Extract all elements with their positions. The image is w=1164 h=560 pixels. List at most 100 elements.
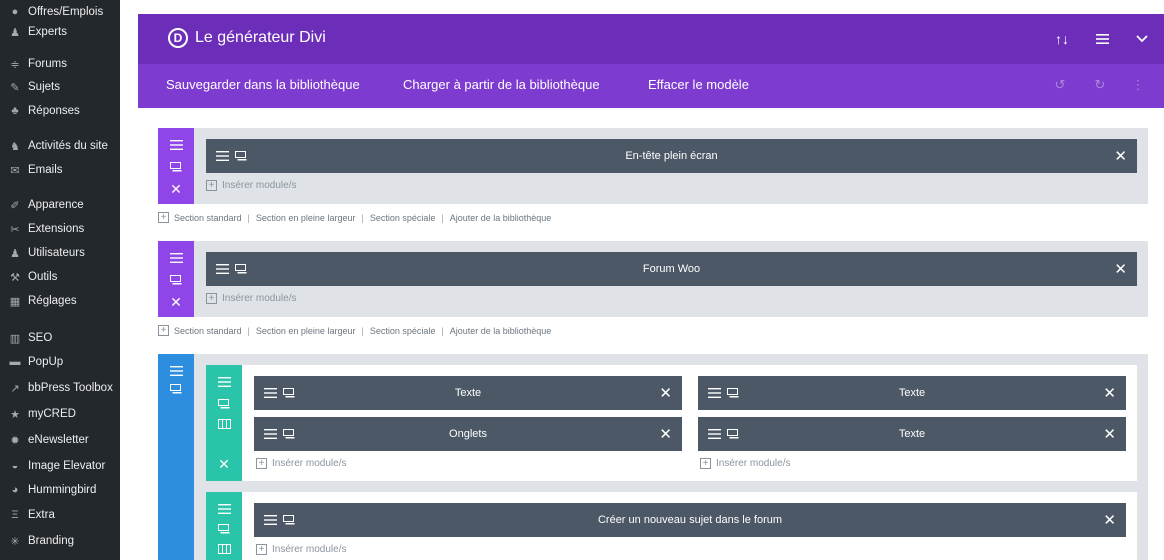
section-controls bbox=[158, 354, 194, 560]
section-move-icon[interactable] bbox=[158, 134, 194, 156]
close-icon[interactable]: ✕ bbox=[1103, 376, 1116, 410]
sidebar-item-label: Emails bbox=[28, 164, 63, 176]
settings-icon[interactable] bbox=[283, 429, 295, 439]
divi-logo: D bbox=[168, 28, 188, 48]
sidebar-item-image-elevator[interactable]: ◒ Image Elevator bbox=[0, 454, 120, 478]
settings-icon[interactable] bbox=[727, 388, 739, 398]
undo-icon[interactable]: ↺ bbox=[1051, 76, 1069, 94]
row-settings-icon[interactable] bbox=[206, 393, 242, 415]
add-standard-section-link[interactable]: Section standard bbox=[174, 326, 242, 336]
history-icon[interactable]: ⋮ bbox=[1129, 76, 1147, 94]
insert-module-button[interactable]: + Insérer module/s bbox=[206, 180, 296, 191]
separator: | bbox=[361, 212, 364, 223]
row-delete-icon[interactable]: ✕ bbox=[206, 453, 242, 475]
sidebar-item-label: Réponses bbox=[28, 105, 80, 117]
settings-icon[interactable] bbox=[283, 388, 295, 398]
sidebar-item-emails[interactable]: ✉ Emails bbox=[0, 158, 120, 182]
text-module[interactable]: Texte ✕ bbox=[254, 376, 682, 410]
chevron-down-icon[interactable] bbox=[1130, 28, 1154, 50]
sidebar-item-extensions[interactable]: ✂ Extensions bbox=[0, 217, 120, 241]
close-icon[interactable]: ✕ bbox=[659, 417, 672, 451]
menu-icon[interactable] bbox=[1090, 28, 1114, 50]
move-icon[interactable] bbox=[264, 429, 277, 439]
add-fullwidth-section-link[interactable]: Section en pleine largeur bbox=[256, 213, 356, 223]
sidebar-item-activites[interactable]: ♞ Activités du site bbox=[0, 134, 120, 158]
sidebar-item-popup[interactable]: ▬ PopUp bbox=[0, 350, 120, 374]
settings-icon[interactable] bbox=[235, 264, 247, 274]
add-standard-section-link[interactable]: Section standard bbox=[174, 213, 242, 223]
sidebar-item-experts[interactable]: ♟ Experts bbox=[0, 20, 120, 44]
toolbox-icon: ↗ bbox=[10, 382, 20, 395]
topics-icon: ✎ bbox=[10, 81, 20, 94]
section-delete-icon[interactable]: ✕ bbox=[158, 291, 194, 313]
load-from-library-button[interactable]: Charger à partir de la bibliothèque bbox=[403, 77, 600, 92]
sidebar-item-seo[interactable]: ▥ SEO bbox=[0, 326, 120, 350]
section-settings-icon[interactable] bbox=[158, 378, 194, 400]
sidebar-item-sujets[interactable]: ✎ Sujets bbox=[0, 75, 120, 99]
move-icon[interactable] bbox=[708, 388, 721, 398]
sidebar-item-reponses[interactable]: ♣ Réponses bbox=[0, 99, 120, 123]
sidebar-item-enewsletter[interactable]: ✹ eNewsletter bbox=[0, 428, 120, 452]
insert-module-button[interactable]: + Insérer module/s bbox=[700, 458, 790, 469]
separator: | bbox=[247, 325, 250, 336]
add-fullwidth-section-link[interactable]: Section en pleine largeur bbox=[256, 326, 356, 336]
new-topic-module[interactable]: Créer un nouveau sujet dans le forum ✕ bbox=[254, 503, 1126, 537]
sidebar-item-mycred[interactable]: ★ myCRED bbox=[0, 402, 120, 426]
sidebar-item-extra[interactable]: Ξ Extra bbox=[0, 503, 120, 527]
sidebar-item-reglages[interactable]: ▦ Réglages bbox=[0, 289, 120, 313]
sidebar-item-branding[interactable]: ✳ Branding bbox=[0, 529, 120, 553]
sidebar-item-label: Hummingbird bbox=[28, 484, 97, 496]
sidebar-item-hummingbird[interactable]: ◕ Hummingbird bbox=[0, 478, 120, 502]
sidebar-item-outils[interactable]: ⚒ Outils bbox=[0, 265, 120, 289]
plus-icon: + bbox=[256, 544, 267, 555]
close-icon[interactable]: ✕ bbox=[1114, 252, 1127, 286]
section-settings-icon[interactable] bbox=[158, 156, 194, 178]
add-specialty-section-link[interactable]: Section spéciale bbox=[370, 213, 436, 223]
close-icon[interactable]: ✕ bbox=[1103, 417, 1116, 451]
add-from-library-link[interactable]: Ajouter de la bibliothèque bbox=[450, 213, 552, 223]
clear-layout-button[interactable]: Effacer le modèle bbox=[648, 77, 749, 92]
add-from-library-link[interactable]: Ajouter de la bibliothèque bbox=[450, 326, 552, 336]
section-delete-icon[interactable]: ✕ bbox=[158, 178, 194, 200]
sidebar-item-utilisateurs[interactable]: ♟ Utilisateurs bbox=[0, 241, 120, 265]
sidebar-item-apparence[interactable]: ✐ Apparence bbox=[0, 193, 120, 217]
columns-icon[interactable] bbox=[206, 413, 242, 435]
move-icon[interactable] bbox=[264, 515, 277, 525]
module-title: Texte bbox=[454, 387, 482, 399]
fullwidth-module[interactable]: Forum Woo ✕ bbox=[206, 252, 1137, 286]
move-icon[interactable] bbox=[216, 151, 229, 161]
move-icon[interactable] bbox=[264, 388, 277, 398]
close-icon[interactable]: ✕ bbox=[1103, 503, 1116, 537]
module-controls bbox=[264, 503, 295, 537]
tabs-module[interactable]: Onglets ✕ bbox=[254, 417, 682, 451]
section-move-icon[interactable] bbox=[158, 247, 194, 269]
module-title: Forum Woo bbox=[642, 263, 701, 275]
save-to-library-button[interactable]: Sauvegarder dans la bibliothèque bbox=[166, 77, 360, 92]
row-move-icon[interactable] bbox=[206, 371, 242, 393]
insert-module-button[interactable]: + Insérer module/s bbox=[256, 458, 346, 469]
sidebar-item-bbpress-toolbox[interactable]: ↗ bbPress Toolbox bbox=[0, 376, 120, 400]
move-icon[interactable] bbox=[216, 264, 229, 274]
redo-icon[interactable]: ↻ bbox=[1091, 76, 1109, 94]
insert-module-button[interactable]: + Insérer module/s bbox=[206, 293, 296, 304]
close-icon[interactable]: ✕ bbox=[1114, 139, 1127, 173]
text-module[interactable]: Texte ✕ bbox=[698, 417, 1126, 451]
row-move-icon[interactable] bbox=[206, 498, 242, 520]
section-settings-icon[interactable] bbox=[158, 269, 194, 291]
settings-icon[interactable] bbox=[283, 515, 295, 525]
brush-icon: ✐ bbox=[10, 199, 20, 212]
insert-module-button[interactable]: + Insérer module/s bbox=[256, 544, 346, 555]
settings-icon[interactable] bbox=[235, 151, 247, 161]
sort-arrows-icon[interactable]: ↑↓ bbox=[1050, 28, 1074, 50]
close-icon[interactable]: ✕ bbox=[659, 376, 672, 410]
sidebar-item-forums[interactable]: ≑ Forums bbox=[0, 52, 120, 76]
columns-icon[interactable] bbox=[206, 538, 242, 560]
add-specialty-section-link[interactable]: Section spéciale bbox=[370, 326, 436, 336]
settings-icon[interactable] bbox=[727, 429, 739, 439]
move-icon[interactable] bbox=[708, 429, 721, 439]
sidebar-item-label: Activités du site bbox=[28, 140, 108, 152]
module-title: Créer un nouveau sujet dans le forum bbox=[597, 514, 783, 526]
fullwidth-module[interactable]: En-tête plein écran ✕ bbox=[206, 139, 1137, 173]
text-module[interactable]: Texte ✕ bbox=[698, 376, 1126, 410]
row-settings-icon[interactable] bbox=[206, 518, 242, 540]
